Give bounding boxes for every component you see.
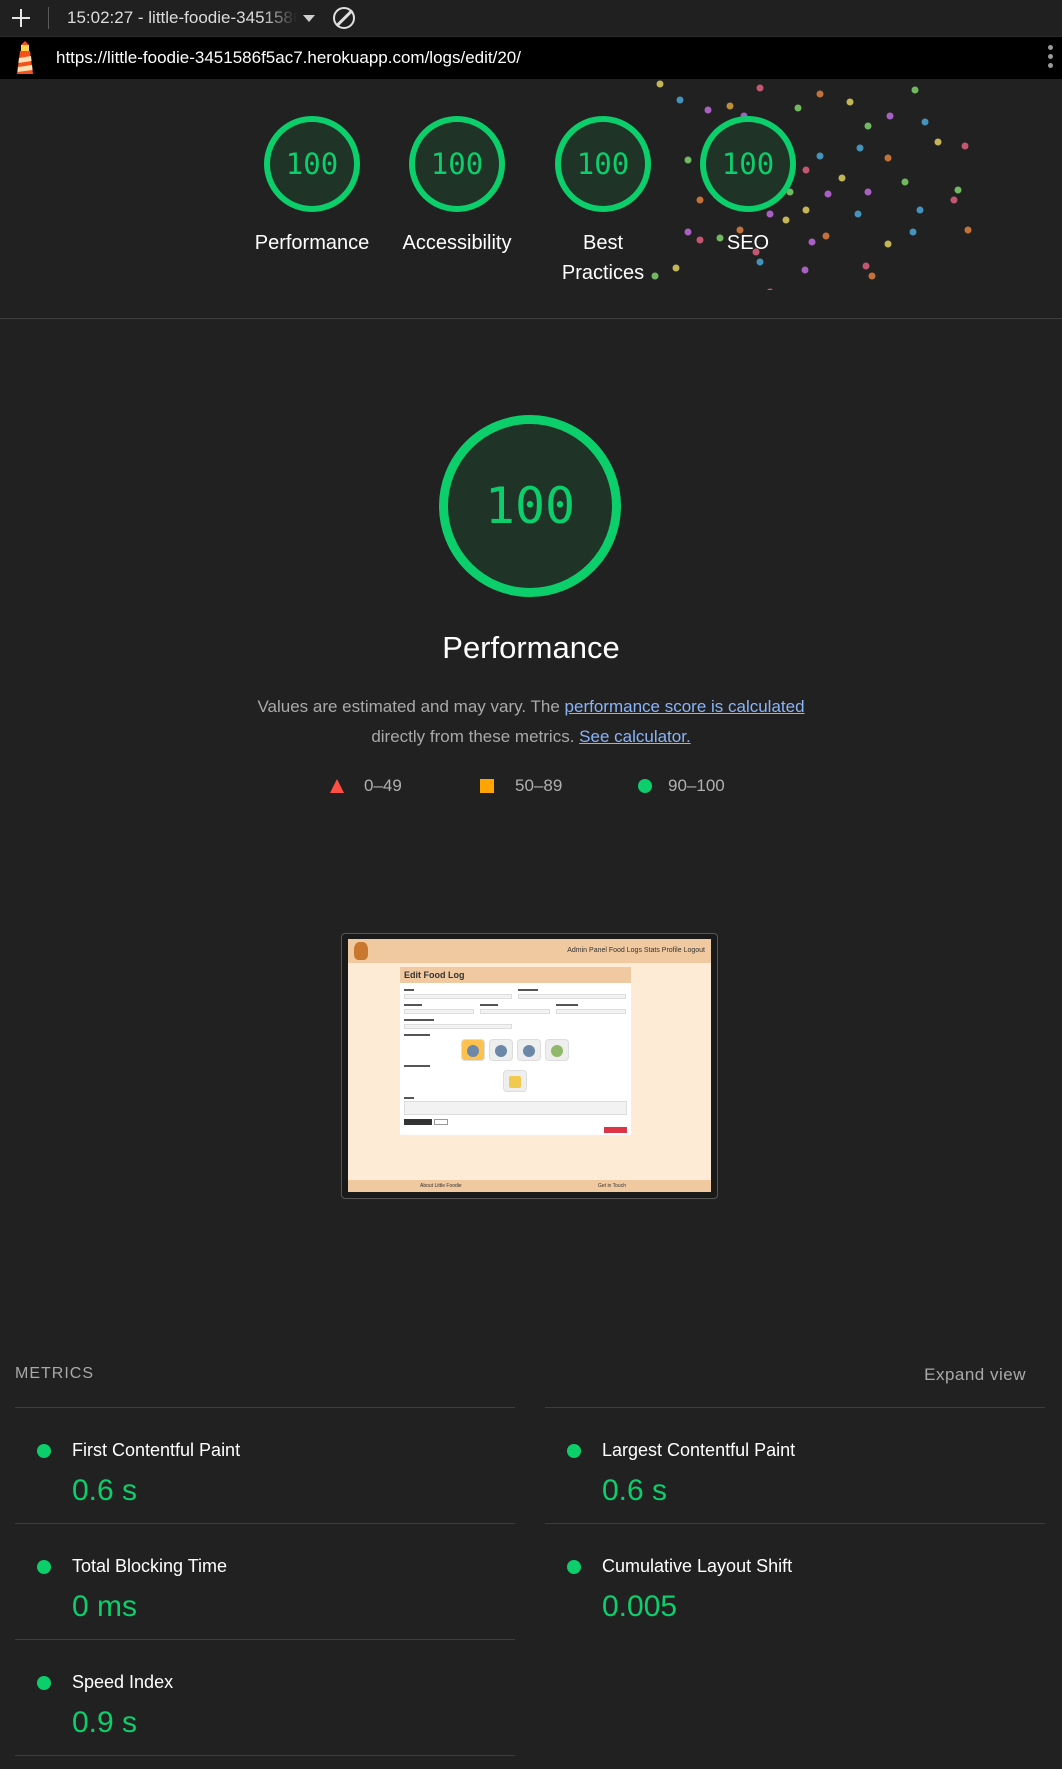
final-screenshot[interactable]: Admin Panel Food Logs Stats Profile Logo… [341,933,718,1199]
divider [15,1523,515,1524]
description-text: Values are estimated and may vary. The [257,697,560,716]
thumb-star-icon [503,1070,527,1092]
more-options-icon[interactable] [1048,45,1054,71]
tab-bar: 15:02:27 - little-foodie-3451586f5ac7.he… [0,0,1062,37]
metric-title: Cumulative Layout Shift [602,1556,793,1576]
thumb-reaction-icon [545,1039,569,1061]
triangle-icon [330,779,344,793]
divider [15,1755,515,1756]
screenshot-navbar: Admin Panel Food Logs Stats Profile Logo… [348,939,711,963]
metric-value: 0.9 s [72,1706,138,1739]
legend-fail: 0–49 [330,776,402,796]
lighthouse-icon [17,41,33,74]
pass-dot-icon [567,1560,581,1574]
circle-icon [638,779,652,793]
performance-title: Performance [442,630,620,665]
metric-first-contentful-paint: First Contentful Paint 0.6 s [15,1422,515,1537]
report-selector[interactable]: 15:02:27 - little-foodie-3451586f5ac7.he… [67,8,297,28]
square-icon [480,779,494,793]
screenshot-footer: About Little Foodie Get in Touch [348,1180,711,1192]
separator [48,7,49,29]
clear-icon[interactable] [333,7,355,29]
metric-speed-index: Speed Index 0.9 s [15,1654,515,1769]
metric-title: Largest Contentful Paint [602,1440,796,1460]
divider [15,1639,515,1640]
description-text: directly from these metrics. [371,727,575,746]
pass-dot-icon [567,1444,581,1458]
gauge-score: 100 [555,116,651,212]
legend-pass: 90–100 [638,776,725,796]
screenshot-content: Admin Panel Food Logs Stats Profile Logo… [348,939,711,1192]
divider [0,318,1062,319]
gauge-best-practices[interactable]: 100 Best Practices [533,116,673,288]
metric-cumulative-layout-shift: Cumulative Layout Shift 0.005 [545,1538,1045,1653]
score-legend: 0–49 50–89 90–100 [0,776,1062,800]
divider [15,1407,515,1408]
gauge-label: Performance [254,232,370,254]
thumb-reaction-icon [461,1039,485,1061]
gauge-accessibility[interactable]: 100 Accessibility [387,116,527,258]
metric-largest-contentful-paint: Largest Contentful Paint 0.6 s [545,1422,1045,1537]
gauge-label: SEO [726,232,770,254]
logo-icon [354,942,368,960]
gauge-seo[interactable]: 100 SEO [678,116,818,258]
pass-dot-icon [37,1676,51,1690]
performance-score-gauge: 100 [439,415,621,597]
metric-title: Speed Index [72,1672,174,1692]
thumb-reaction-icon [517,1039,541,1061]
metric-total-blocking-time: Total Blocking Time 0 ms [15,1538,515,1653]
gauge-label: Best Practices [561,232,645,284]
legend-average: 50–89 [480,776,562,796]
metric-value: 0.6 s [72,1474,138,1507]
new-tab-icon[interactable] [10,7,32,29]
url-bar: https://little-foodie-3451586f5ac7.herok… [0,37,1062,79]
metric-title: First Contentful Paint [72,1440,241,1460]
metric-title: Total Blocking Time [72,1556,228,1576]
summary-gauges: 100 Performance 100 Accessibility 100 Be… [0,110,1062,320]
metric-value: 0.6 s [602,1474,668,1507]
legend-label: 50–89 [515,776,563,795]
gauge-score: 100 [700,116,796,212]
legend-label: 0–49 [364,776,402,795]
pass-dot-icon [37,1444,51,1458]
performance-description: Values are estimated and may vary. The p… [0,692,1062,752]
page-url: https://little-foodie-3451586f5ac7.herok… [56,48,521,67]
pass-dot-icon [37,1560,51,1574]
gauge-performance[interactable]: 100 Performance [242,116,382,258]
metric-value: 0.005 [602,1590,678,1623]
thumb-reaction-icon [489,1039,513,1061]
metrics-header: METRICS [15,1365,94,1382]
gauge-score: 100 [264,116,360,212]
expand-view-button[interactable]: Expand view [924,1365,1026,1385]
metric-value: 0 ms [72,1590,138,1623]
screenshot-footer-left: About Little Foodie [420,1183,462,1189]
see-calculator-link[interactable]: See calculator. [579,727,691,746]
gauge-score: 100 [409,116,505,212]
screenshot-nav-links: Admin Panel Food Logs Stats Profile Logo… [567,947,705,954]
screenshot-form-card: Edit Food Log [400,967,631,1135]
divider [545,1523,1045,1524]
score-calculated-link[interactable]: performance score is calculated [565,697,805,716]
legend-label: 90–100 [668,776,725,795]
gauge-label: Accessibility [402,232,512,254]
screenshot-footer-right: Get in Touch [598,1183,626,1189]
divider [545,1407,1045,1408]
chevron-down-icon[interactable] [303,14,315,22]
screenshot-card-title: Edit Food Log [400,967,631,983]
